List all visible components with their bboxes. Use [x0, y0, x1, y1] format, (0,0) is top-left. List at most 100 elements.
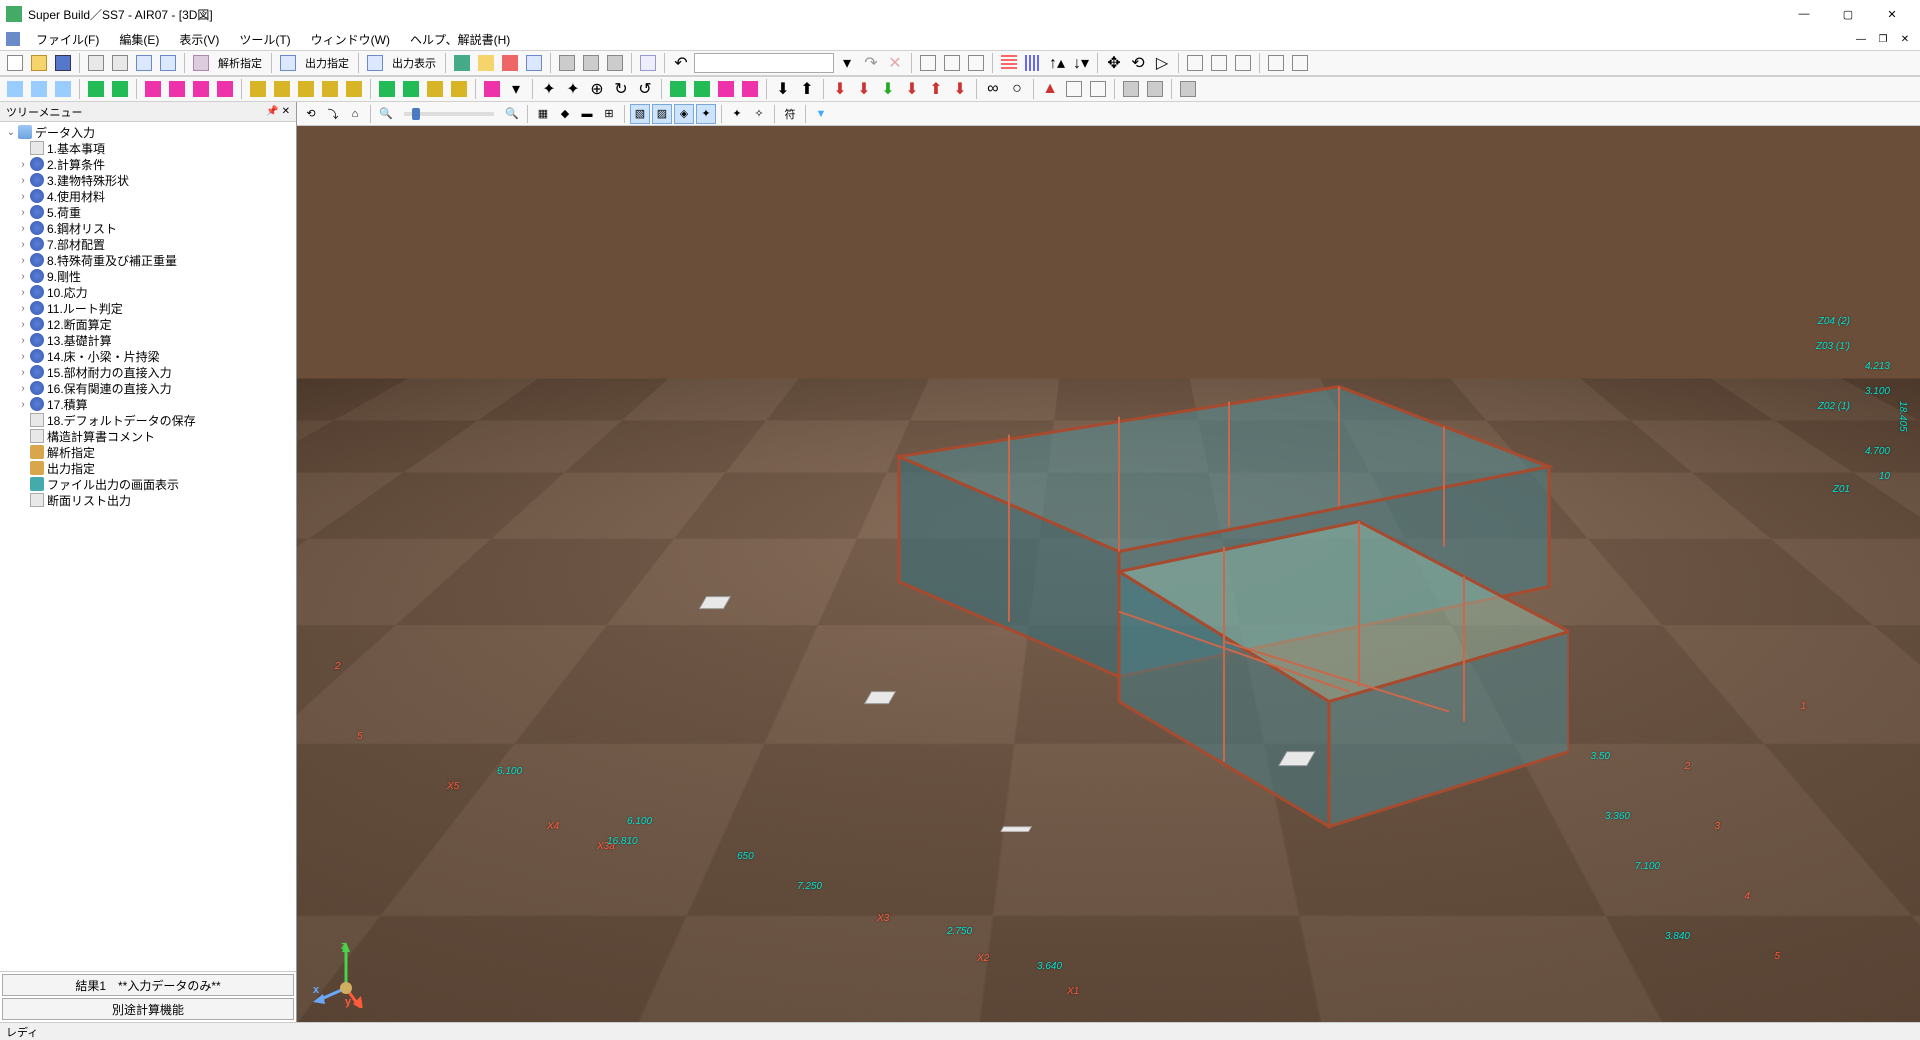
- tb2-j3[interactable]: ⬇: [877, 78, 899, 100]
- tb-outspec-label[interactable]: 出力指定: [301, 55, 353, 71]
- tree-item-5[interactable]: ›5.荷重: [0, 204, 296, 220]
- tb2-b1[interactable]: [85, 78, 107, 100]
- vt-shade4[interactable]: ✦: [696, 104, 716, 124]
- tb2-print2[interactable]: [1144, 78, 1166, 100]
- tb2-k2[interactable]: ○: [1006, 78, 1028, 100]
- tb-open[interactable]: [28, 52, 50, 74]
- tb-doc3[interactable]: [133, 52, 155, 74]
- tb2-b2[interactable]: [109, 78, 131, 100]
- vt-light2[interactable]: ✧: [749, 104, 769, 124]
- tb-g3[interactable]: [499, 52, 521, 74]
- tb-move[interactable]: ✥: [1103, 52, 1125, 74]
- menu-tool[interactable]: ツール(T): [231, 29, 298, 50]
- tb-l5[interactable]: [1289, 52, 1311, 74]
- menu-edit[interactable]: 編集(E): [111, 29, 167, 50]
- tree-extra-0[interactable]: 構造計算書コメント: [0, 428, 296, 444]
- tree-extra-4[interactable]: 断面リスト出力: [0, 492, 296, 508]
- tb-undo[interactable]: ↶: [670, 52, 692, 74]
- tb-preview[interactable]: [580, 52, 602, 74]
- menu-view[interactable]: 表示(V): [171, 29, 227, 50]
- tb2-f1b[interactable]: ▾: [505, 78, 527, 100]
- tb-cancel[interactable]: ✕: [884, 52, 906, 74]
- tree-item-3[interactable]: ›3.建物特殊形状: [0, 172, 296, 188]
- tree-item-1[interactable]: 1.基本事項: [0, 140, 296, 156]
- tb2-e3[interactable]: [424, 78, 446, 100]
- vt-rot[interactable]: ⟲: [301, 104, 321, 124]
- tb2-j6[interactable]: ⬇: [949, 78, 971, 100]
- tb-analysis-label[interactable]: 解析指定: [214, 55, 266, 71]
- tb2-c1[interactable]: [142, 78, 164, 100]
- tb2-h3[interactable]: [715, 78, 737, 100]
- tb-grid[interactable]: [998, 52, 1020, 74]
- tb2-a3[interactable]: [52, 78, 74, 100]
- tree-root[interactable]: ⌄ データ入力: [0, 124, 296, 140]
- tree-item-4[interactable]: ›4.使用材料: [0, 188, 296, 204]
- tb2-g3[interactable]: ⊕: [586, 78, 608, 100]
- tb2-print1[interactable]: [1120, 78, 1142, 100]
- tb-new[interactable]: [4, 52, 26, 74]
- vt-disp3[interactable]: ▬: [577, 104, 597, 124]
- vt-shade3[interactable]: ◈: [674, 104, 694, 124]
- tb-copy[interactable]: [637, 52, 659, 74]
- tb2-g5[interactable]: ↺: [634, 78, 656, 100]
- tree-item-15[interactable]: ›15.部材耐力の直接入力: [0, 364, 296, 380]
- tree-item-9[interactable]: ›9.剛性: [0, 268, 296, 284]
- tb2-e2[interactable]: [400, 78, 422, 100]
- tree-item-11[interactable]: ›11.ルート判定: [0, 300, 296, 316]
- extra-calc-button[interactable]: 別途計算機能: [2, 998, 294, 1020]
- tb2-h1[interactable]: [667, 78, 689, 100]
- tb2-c4[interactable]: [214, 78, 236, 100]
- tb2-l2[interactable]: [1063, 78, 1085, 100]
- tb-undo-drop[interactable]: ▾: [836, 52, 858, 74]
- tb-doc1[interactable]: [85, 52, 107, 74]
- tb2-l1[interactable]: ▲: [1039, 78, 1061, 100]
- tb-redo[interactable]: ↷: [860, 52, 882, 74]
- tree-item-13[interactable]: ›13.基礎計算: [0, 332, 296, 348]
- tb2-i2[interactable]: ⬆: [796, 78, 818, 100]
- maximize-button[interactable]: ▢: [1826, 0, 1870, 28]
- tb-win3[interactable]: [965, 52, 987, 74]
- tb-print[interactable]: [556, 52, 578, 74]
- tb-analysis-icon[interactable]: [190, 52, 212, 74]
- tb-outview-icon[interactable]: [364, 52, 386, 74]
- tb2-d2[interactable]: [271, 78, 293, 100]
- tree-extra-2[interactable]: 出力指定: [0, 460, 296, 476]
- vt-sym[interactable]: 符: [780, 104, 800, 124]
- tb2-c2[interactable]: [166, 78, 188, 100]
- tb2-h4[interactable]: [739, 78, 761, 100]
- tree-item-12[interactable]: ›12.断面算定: [0, 316, 296, 332]
- vt-zoom[interactable]: 🔍: [376, 104, 396, 124]
- tb-l1[interactable]: [1184, 52, 1206, 74]
- tb2-k1[interactable]: ∞: [982, 78, 1004, 100]
- menu-file[interactable]: ファイル(F): [28, 29, 107, 50]
- tree-item-18[interactable]: 18.デフォルトデータの保存: [0, 412, 296, 428]
- tb-l4[interactable]: [1265, 52, 1287, 74]
- vt-zoom2[interactable]: 🔍: [502, 104, 522, 124]
- tb2-i1[interactable]: ⬇: [772, 78, 794, 100]
- vt-disp4[interactable]: ⊞: [599, 104, 619, 124]
- tb-win2[interactable]: [941, 52, 963, 74]
- tb2-d4[interactable]: [319, 78, 341, 100]
- mdi-minimize-button[interactable]: —: [1852, 30, 1870, 48]
- tb2-h2[interactable]: [691, 78, 713, 100]
- viewport-3d[interactable]: Z04 (2) Z03 (1') Z02 (1) Z01 4.213 3.100…: [297, 126, 1920, 1022]
- tb-outspec-icon[interactable]: [277, 52, 299, 74]
- tree-item-6[interactable]: ›6.鋼材リスト: [0, 220, 296, 236]
- tb2-e4[interactable]: [448, 78, 470, 100]
- tb2-print3[interactable]: [1177, 78, 1199, 100]
- tb-export[interactable]: [604, 52, 626, 74]
- mdi-close-button[interactable]: ✕: [1896, 30, 1914, 48]
- pin-icon[interactable]: 📌 ✕: [266, 106, 290, 117]
- tree-extra-1[interactable]: 解析指定: [0, 444, 296, 460]
- mdi-restore-button[interactable]: ❐: [1874, 30, 1892, 48]
- tree-item-10[interactable]: ›10.応力: [0, 284, 296, 300]
- tb-rotate[interactable]: ⟲: [1127, 52, 1149, 74]
- vt-disp2[interactable]: ◆: [555, 104, 575, 124]
- tree-item-7[interactable]: ›7.部材配置: [0, 236, 296, 252]
- vt-shade2[interactable]: ▨: [652, 104, 672, 124]
- tb-g1[interactable]: [451, 52, 473, 74]
- tb-l2[interactable]: [1208, 52, 1230, 74]
- tb2-d3[interactable]: [295, 78, 317, 100]
- tb2-d1[interactable]: [247, 78, 269, 100]
- tb-win1[interactable]: [917, 52, 939, 74]
